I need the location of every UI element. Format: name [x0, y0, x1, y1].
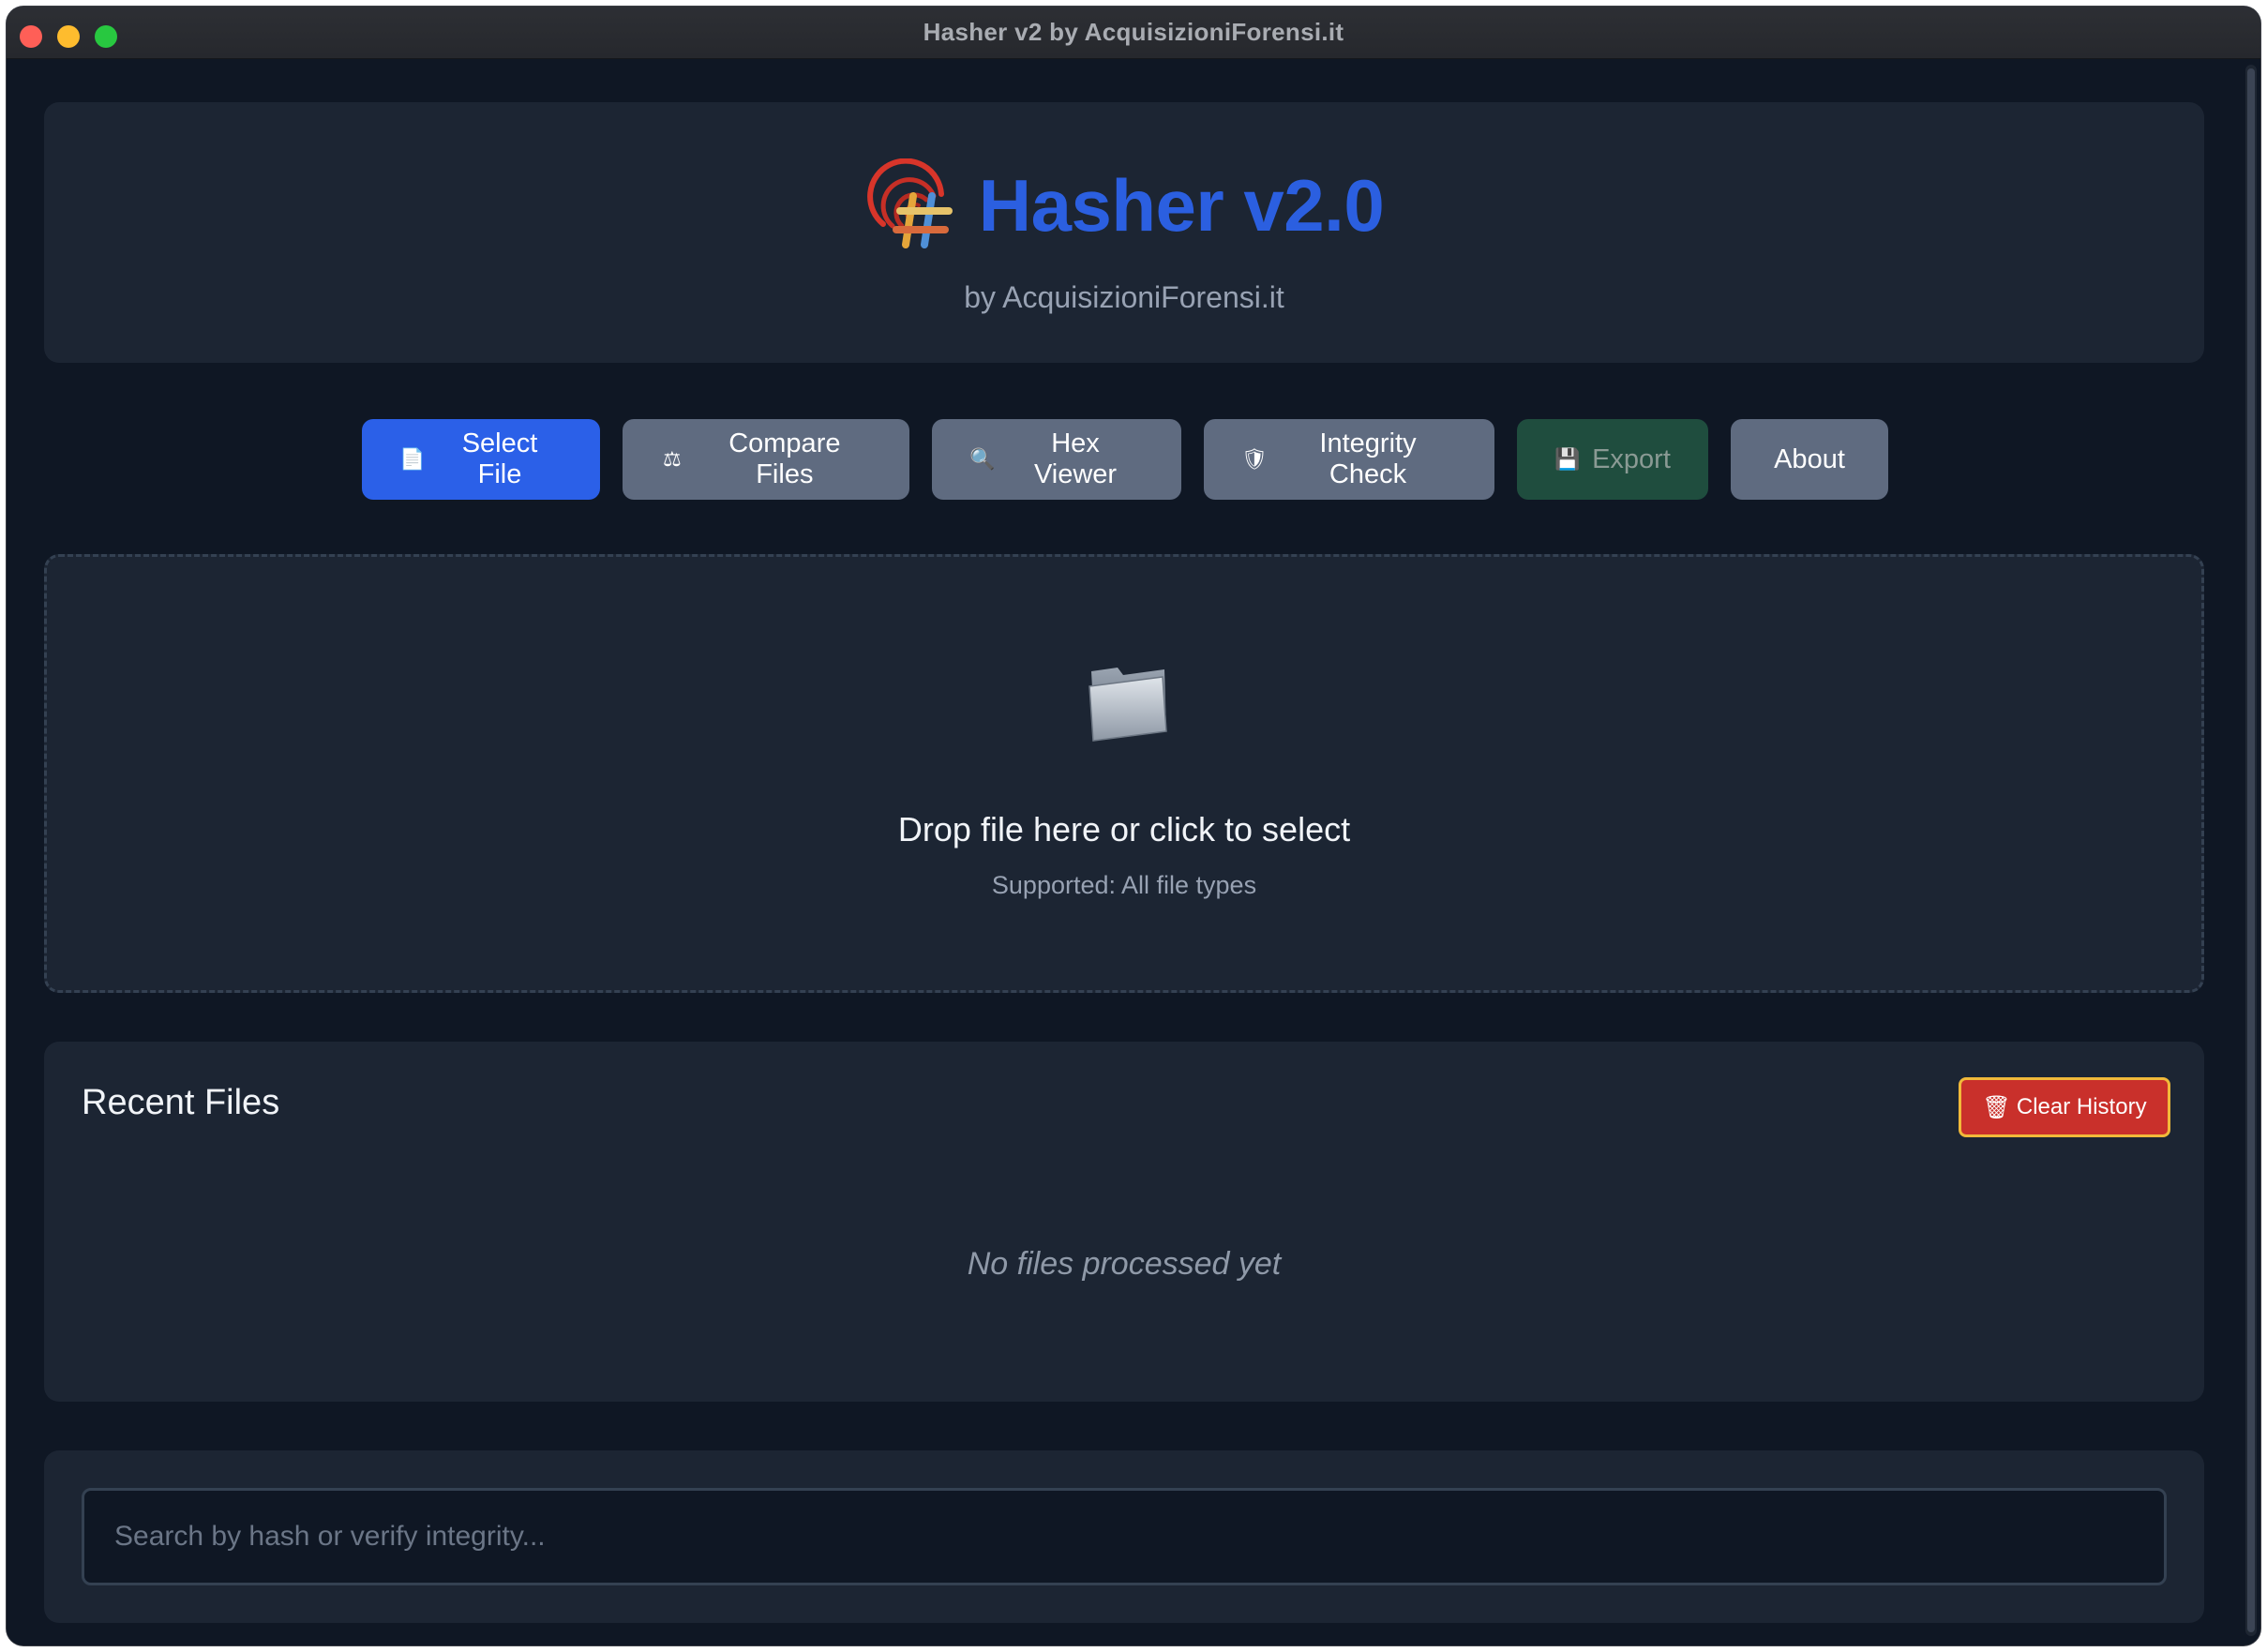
maximize-window-button[interactable]: [95, 25, 117, 48]
select-file-button[interactable]: 📄 Select File: [362, 419, 600, 500]
about-label: About: [1774, 443, 1845, 474]
app-title-row: Hasher v2.0: [44, 158, 2204, 252]
search-card: [44, 1450, 2204, 1623]
title-bar: Hasher v2 by AcquisizioniForensi.it: [7, 7, 2260, 59]
clear-history-button[interactable]: 🗑 Clear History: [1959, 1077, 2170, 1137]
compare-files-button[interactable]: ⚖ Compare Files: [623, 419, 909, 500]
hash-search-input[interactable]: [82, 1488, 2167, 1585]
window-title: Hasher v2 by AcquisizioniForensi.it: [923, 18, 1344, 46]
file-drop-zone[interactable]: Drop file here or click to select Suppor…: [44, 554, 2204, 993]
app-subtitle: by AcquisizioniForensi.it: [964, 280, 1284, 314]
recent-files-empty-message: No files processed yet: [967, 1246, 1282, 1282]
scrollbar-thumb[interactable]: [2247, 68, 2255, 1632]
recent-files-title: Recent Files: [82, 1083, 280, 1122]
drop-zone-subtitle: Supported: All file types: [991, 871, 1257, 899]
toolbar: 📄 Select File ⚖ Compare Files 🔍 Hex View…: [7, 419, 2244, 500]
trash-icon: 🗑: [1982, 1094, 2011, 1120]
fingerprint-hash-logo-icon: [864, 158, 958, 252]
vertical-scrollbar[interactable]: [2245, 65, 2257, 1636]
close-window-button[interactable]: [20, 25, 42, 48]
select-file-label: Select File: [461, 428, 538, 489]
integrity-check-label: Integrity Check: [1319, 428, 1417, 489]
recent-files-card: Recent Files 🗑 Clear History No files pr…: [44, 1042, 2204, 1402]
app-title: Hasher v2.0: [978, 163, 1385, 247]
clear-history-label: Clear History: [2016, 1094, 2147, 1119]
export-label: Export: [1592, 443, 1671, 474]
shield-icon: 🛡: [1241, 447, 1268, 471]
drop-zone-title: Drop file here or click to select: [897, 810, 1351, 849]
minimize-window-button[interactable]: [57, 25, 80, 48]
app-window: Hasher v2 by AcquisizioniForensi.it Hash…: [7, 7, 2260, 1645]
magnifier-icon: 🔍: [969, 447, 996, 471]
hex-viewer-button[interactable]: 🔍 Hex Viewer: [932, 419, 1181, 500]
compare-icon: ⚖: [662, 447, 682, 471]
header-card: Hasher v2.0 by AcquisizioniForensi.it: [44, 102, 2204, 363]
about-button[interactable]: About: [1731, 419, 1888, 500]
document-icon: 📄: [399, 447, 426, 471]
integrity-check-button[interactable]: 🛡 Integrity Check: [1204, 419, 1494, 500]
main-content: Hasher v2.0 by AcquisizioniForensi.it 📄 …: [7, 59, 2244, 1645]
folder-icon: [1086, 662, 1170, 743]
hex-viewer-label: Hex Viewer: [1033, 428, 1118, 489]
compare-files-label: Compare Files: [728, 428, 841, 489]
floppy-disk-icon: 💾: [1554, 447, 1581, 471]
export-button[interactable]: 💾 Export: [1517, 419, 1708, 500]
